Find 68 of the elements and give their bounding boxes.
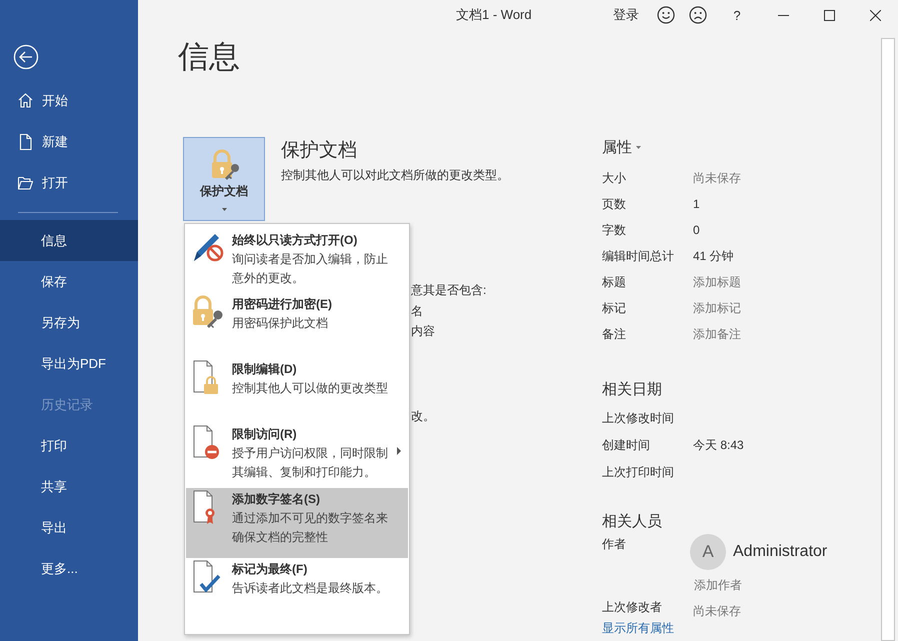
body-text: 内容 xyxy=(411,323,435,340)
menu-item[interactable]: 用密码进行加密(E) 用密码保护此文档 xyxy=(186,293,408,358)
menu-item-description: 告诉读者此文档是最终版本。 xyxy=(232,580,389,597)
property-label: 上次打印时间 xyxy=(602,464,675,481)
menu-item-title: 限制编辑(D) xyxy=(232,361,298,378)
section-title: 保护文档 xyxy=(281,140,357,161)
menu-item[interactable]: 标记为最终(F) 告诉读者此文档是最终版本。 xyxy=(186,558,408,622)
sidebar-item[interactable]: 保存 xyxy=(0,261,138,302)
menu-item-title: 始终以只读方式打开(O) xyxy=(232,232,358,249)
menu-item-description: 控制其他人可以做的更改类型 xyxy=(232,380,389,397)
menu-item[interactable]: 始终以只读方式打开(O) 询问读者是否加入编辑，防止意外的更改。 xyxy=(186,229,408,293)
property-value: 41 分钟 xyxy=(693,248,735,264)
property-value[interactable]: 尚未保存 xyxy=(693,170,872,186)
menu-item[interactable]: 添加数字签名(S) 通过添加不可见的数字签名来确保文档的完整性 xyxy=(186,488,408,558)
window-title: 文档1 - Word xyxy=(456,6,532,24)
property-label: 作者 xyxy=(602,536,627,553)
add-author-field[interactable]: 添加作者 xyxy=(694,577,742,594)
property-label: 编辑时间总计 xyxy=(602,248,675,264)
page-heading: 信息 xyxy=(178,38,240,76)
author-name: Administrator xyxy=(733,543,828,561)
property-label: 页数 xyxy=(602,196,627,212)
menu-item-description: 询问读者是否加入编辑，防止意外的更改。 xyxy=(232,251,389,287)
protect-document-button[interactable]: 保护文档 xyxy=(183,137,265,221)
sidebar-item[interactable]: 导出为PDF xyxy=(0,343,138,384)
menu-item[interactable]: 限制访问(R) 授予用户访问权限，同时限制其编辑、复制和打印能力。 xyxy=(186,423,408,488)
show-all-properties-link[interactable]: 显示所有属性 xyxy=(602,621,674,635)
property-value[interactable]: 添加标记 xyxy=(693,300,872,316)
menu-item-description: 授予用户访问权限，同时限制其编辑、复制和打印能力。 xyxy=(232,445,389,481)
sidebar-item[interactable]: 开始 xyxy=(0,80,138,121)
property-value[interactable]: 添加备注 xyxy=(693,326,872,342)
property-value: 今天 8:43 xyxy=(693,437,745,454)
sidebar-item[interactable]: 另存为 xyxy=(0,302,138,343)
sidebar-item[interactable]: 打印 xyxy=(0,425,138,466)
property-value: 尚未保存 xyxy=(693,602,742,620)
menu-item-description: 通过添加不可见的数字签名来确保文档的完整性 xyxy=(232,510,389,546)
property-label: 创建时间 xyxy=(602,437,651,454)
avatar: A xyxy=(690,534,726,570)
sidebar-item[interactable]: 信息 xyxy=(0,220,138,261)
section-title: 相关人员 xyxy=(602,512,662,530)
body-text: 改。 xyxy=(411,408,435,424)
body-text: 意其是否包含: xyxy=(411,282,486,299)
help-button[interactable]: ? xyxy=(714,0,760,30)
menu-item-title: 限制访问(R) xyxy=(232,426,298,443)
property-label: 标题 xyxy=(602,274,627,290)
property-label: 备注 xyxy=(602,326,627,342)
section-description: 控制其他人可以对此文档所做的更改类型。 xyxy=(281,167,509,184)
menu-item[interactable]: 限制编辑(D) 控制其他人可以做的更改类型 xyxy=(186,358,408,423)
sidebar-item[interactable]: 打开 xyxy=(0,162,138,203)
sign-in-button[interactable]: 登录 xyxy=(606,0,646,30)
sidebar-item[interactable]: 共享 xyxy=(0,466,138,507)
property-label: 大小 xyxy=(602,170,627,186)
menu-item-title: 标记为最终(F) xyxy=(232,561,308,578)
sidebar-item[interactable]: 导出 xyxy=(0,507,138,548)
section-title: 相关日期 xyxy=(602,380,662,398)
menu-item-description: 用密码保护此文档 xyxy=(232,315,329,332)
menu-item-title: 添加数字签名(S) xyxy=(232,491,321,508)
sidebar-item[interactable]: 更多... xyxy=(0,548,138,589)
section-title: 属性 xyxy=(602,138,632,156)
property-value: 0 xyxy=(693,223,701,237)
menu-item-title: 用密码进行加密(E) xyxy=(232,296,333,313)
sidebar-item[interactable]: 新建 xyxy=(0,121,138,162)
property-value: 1 xyxy=(693,197,701,211)
property-value[interactable]: 添加标题 xyxy=(693,274,872,290)
property-label: 字数 xyxy=(602,222,627,238)
property-label: 标记 xyxy=(602,300,627,316)
body-text: 名 xyxy=(411,302,423,320)
property-label: 上次修改者 xyxy=(602,598,663,616)
property-label: 上次修改时间 xyxy=(602,410,675,427)
